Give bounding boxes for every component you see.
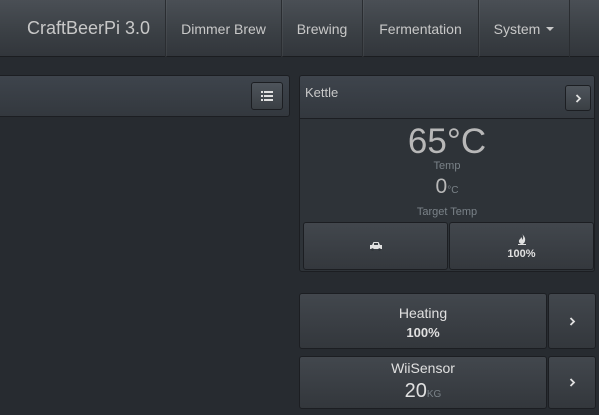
chevron-right-icon (575, 93, 581, 103)
kettle-panel: Kettle 65°C Temp 0°C Target Temp 100% (299, 75, 595, 272)
list-icon (261, 91, 273, 101)
wiisensor-arrow-button[interactable] (548, 356, 596, 409)
wiisensor-button[interactable]: WiiSensor 20KG (299, 356, 547, 409)
chevron-right-icon (569, 316, 575, 326)
wiisensor-value: 20 (404, 380, 427, 402)
nav-item-fermentation[interactable]: Fermentation (362, 0, 478, 57)
target-temp-value: 0 (435, 175, 448, 198)
brand-link[interactable]: CraftBeerPi 3.0 (27, 18, 150, 39)
heating-button[interactable]: Heating 100% (299, 293, 547, 349)
nav-item-label: System (493, 20, 541, 37)
nav-item-system-dropdown[interactable]: System (478, 0, 570, 57)
heater-button[interactable]: 100% (449, 222, 594, 270)
target-temp-unit: °C (447, 185, 459, 196)
kettle-temp-label: Temp (433, 160, 461, 172)
chevron-right-icon (569, 378, 575, 387)
kettle-target-temp: 0°C (300, 175, 594, 199)
heater-button-label: 100% (507, 247, 536, 260)
list-button[interactable] (251, 82, 283, 110)
navbar: CraftBeerPi 3.0 Dimmer Brew Brewing Ferm… (0, 0, 599, 57)
car-icon (369, 242, 382, 251)
agitator-button[interactable] (303, 222, 448, 270)
kettle-expand-button[interactable] (565, 85, 591, 111)
left-panel-header (0, 75, 290, 117)
heating-arrow-button[interactable] (548, 293, 596, 349)
nav-item-label: Brewing (296, 20, 348, 37)
caret-down-icon (546, 26, 555, 31)
kettle-title: Kettle (305, 85, 339, 100)
kettle-target-label: Target Temp (416, 206, 478, 218)
nav-item-label: Dimmer Brew (181, 20, 266, 37)
kettle-panel-header: Kettle (300, 76, 594, 119)
heating-value: 100% (406, 325, 440, 340)
nav-item-label: Fermentation (379, 20, 462, 37)
wiisensor-unit: KG (426, 389, 442, 400)
nav-item-dimmer-brew[interactable]: Dimmer Brew (165, 0, 281, 57)
heating-label: Heating (398, 305, 448, 321)
wiisensor-reading: 20KG (300, 380, 546, 403)
fire-icon (517, 232, 526, 245)
wiisensor-label: WiiSensor (391, 360, 455, 376)
nav-item-brewing[interactable]: Brewing (281, 0, 362, 57)
kettle-temp: 65°C (407, 122, 487, 161)
